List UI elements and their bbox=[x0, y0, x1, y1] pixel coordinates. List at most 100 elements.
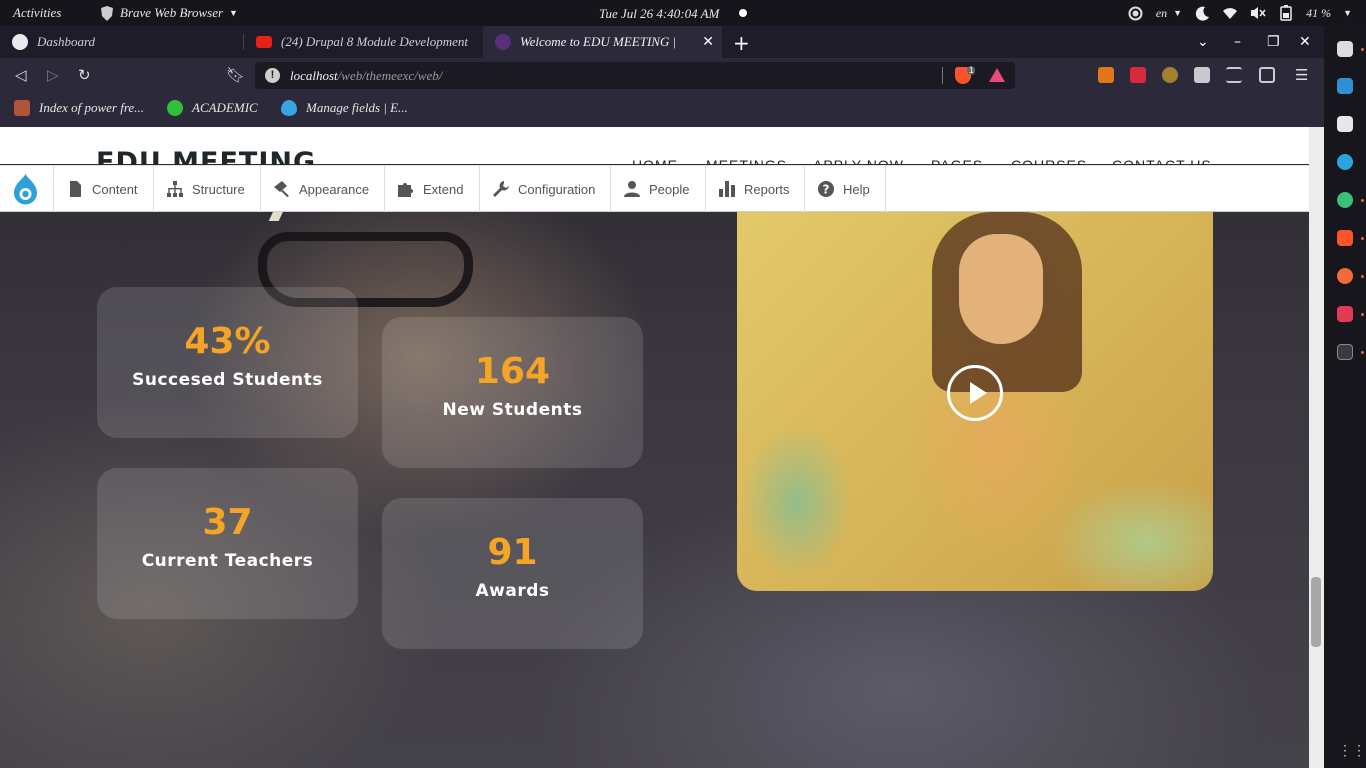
language-indicator[interactable]: en ▼ bbox=[1156, 6, 1182, 21]
brave-app-icon bbox=[101, 5, 113, 21]
toolbar-item-label: Structure bbox=[192, 181, 245, 197]
toolbar-item-reports[interactable]: Reports bbox=[705, 166, 804, 212]
playlist-icon[interactable] bbox=[1226, 67, 1242, 83]
toolbar-item-configuration[interactable]: Configuration bbox=[479, 166, 610, 212]
reader-app-icon[interactable] bbox=[1337, 116, 1353, 132]
svg-text:?: ? bbox=[823, 183, 830, 197]
running-indicator bbox=[1361, 275, 1364, 278]
stat-label: Succesed Students bbox=[132, 370, 323, 390]
bookmark-item[interactable]: Index of power fre... bbox=[14, 100, 144, 116]
stat-card-current-teachers: 37 Current Teachers bbox=[97, 468, 358, 619]
terminal-app-icon[interactable] bbox=[1337, 344, 1353, 360]
drupal-logo-icon[interactable] bbox=[10, 173, 41, 205]
page-scrollbar[interactable] bbox=[1309, 127, 1324, 768]
video-thumbnail[interactable] bbox=[737, 212, 1213, 591]
running-indicator bbox=[1361, 313, 1364, 316]
tab-edu-meeting[interactable]: Welcome to EDU MEETING | ✕ bbox=[483, 26, 722, 58]
chevron-down-icon: ▼ bbox=[229, 8, 238, 18]
extensions-puzzle-icon[interactable] bbox=[1194, 67, 1210, 83]
tab-youtube[interactable]: (24) Drupal 8 Module Development bbox=[244, 26, 482, 58]
play-button-icon[interactable] bbox=[947, 365, 1003, 421]
toolbar-item-label: Help bbox=[843, 181, 870, 197]
stat-label: Current Teachers bbox=[141, 551, 314, 571]
drupal-admin-toolbar: Content Structure Appearance Extend Conf… bbox=[0, 165, 1309, 212]
menu-icon[interactable]: ☰ bbox=[1295, 66, 1308, 84]
clock[interactable]: Tue Jul 26 4:40:04 AM bbox=[599, 6, 719, 22]
telegram-app-icon[interactable] bbox=[1337, 154, 1353, 170]
bookmark-item[interactable]: ACADEMIC bbox=[167, 100, 258, 116]
tab-title: Dashboard bbox=[37, 34, 96, 49]
bookmark-label: Index of power fre... bbox=[39, 100, 144, 115]
shields-count-badge: 1 bbox=[967, 66, 976, 75]
url-text[interactable]: localhost/web/themeexc/web/ bbox=[290, 68, 442, 84]
notification-dot bbox=[739, 9, 747, 17]
toolbar-item-label: Reports bbox=[744, 181, 790, 197]
file-icon bbox=[70, 181, 81, 197]
person-icon bbox=[624, 181, 640, 197]
minimize-button[interactable]: – bbox=[1234, 34, 1241, 50]
bookmark-favicon-icon bbox=[14, 100, 30, 116]
wallet-icon[interactable] bbox=[1259, 67, 1275, 83]
close-tab-icon[interactable]: ✕ bbox=[702, 34, 714, 51]
bookmark-favicon-icon bbox=[167, 100, 183, 116]
tab-title: Welcome to EDU MEETING | bbox=[520, 34, 677, 49]
toolbar-item-content[interactable]: Content bbox=[53, 166, 153, 212]
toolbar-item-label: Appearance bbox=[299, 181, 370, 197]
extension-red-icon[interactable] bbox=[1130, 67, 1146, 83]
timer-app-icon[interactable] bbox=[1337, 192, 1353, 208]
bookmark-item[interactable]: Manage fields | E... bbox=[281, 100, 408, 116]
tab-title: (24) Drupal 8 Module Development bbox=[281, 34, 469, 49]
bookmark-label: Manage fields | E... bbox=[306, 100, 408, 115]
files-app-icon[interactable] bbox=[1337, 41, 1353, 57]
page-viewport: EDU MEETING HOME MEETINGS APPLY NOW PAGE… bbox=[0, 127, 1309, 768]
bookmark-icon[interactable]: 🔖︎ bbox=[226, 66, 245, 84]
stat-card-awards: 91 Awards bbox=[382, 498, 643, 649]
postman-app-icon[interactable] bbox=[1337, 268, 1353, 284]
maximize-button[interactable]: ❐ bbox=[1267, 34, 1280, 50]
tab-strip: Dashboard (24) Drupal 8 Module Developme… bbox=[0, 26, 1324, 58]
app-menu-label: Brave Web Browser bbox=[120, 5, 224, 20]
brave-app-icon[interactable] bbox=[1337, 230, 1353, 246]
system-tray[interactable]: en ▼ 41 % ▼ bbox=[1128, 0, 1366, 26]
vscode-app-icon[interactable] bbox=[1337, 78, 1353, 94]
chevron-down-icon[interactable]: ▼ bbox=[1343, 8, 1352, 18]
stat-label: New Students bbox=[442, 400, 583, 420]
back-button[interactable]: ◁ bbox=[15, 66, 27, 84]
youtube-icon bbox=[256, 36, 272, 48]
metamask-extension-icon[interactable] bbox=[1098, 67, 1114, 83]
site-header: EDU MEETING HOME MEETINGS APPLY NOW PAGE… bbox=[0, 127, 1309, 178]
toolbar-item-appearance[interactable]: Appearance bbox=[260, 166, 384, 212]
address-bar[interactable]: ! localhost/web/themeexc/web/ 1 bbox=[255, 62, 1015, 89]
toolbar-item-structure[interactable]: Structure bbox=[153, 166, 260, 212]
toolbar-item-extend[interactable]: Extend bbox=[384, 166, 479, 212]
reload-button[interactable]: ↻ bbox=[78, 66, 91, 84]
tab-list-chevron-icon[interactable]: ⌄ bbox=[1197, 34, 1209, 50]
activities-button[interactable]: Activities bbox=[13, 5, 61, 21]
drupal-favicon-icon bbox=[12, 34, 28, 50]
stat-value: 43% bbox=[184, 321, 271, 362]
screen-record-icon[interactable] bbox=[1128, 5, 1144, 21]
separator bbox=[942, 67, 943, 84]
extension-coin-icon[interactable] bbox=[1162, 67, 1178, 83]
app-menu[interactable]: Brave Web Browser ▼ bbox=[100, 5, 238, 21]
brave-rewards-icon[interactable] bbox=[989, 68, 1005, 82]
close-window-button[interactable]: ✕ bbox=[1299, 34, 1311, 50]
chat-app-icon[interactable] bbox=[1337, 306, 1353, 322]
forward-button[interactable]: ▷ bbox=[47, 66, 59, 84]
stat-value: 91 bbox=[487, 532, 538, 573]
bar-chart-icon bbox=[719, 181, 735, 197]
site-info-icon[interactable]: ! bbox=[265, 68, 280, 83]
toolbar-item-label: Content bbox=[92, 181, 138, 197]
app-grid-icon[interactable]: ⋮⋮ bbox=[1338, 742, 1366, 759]
toolbar-item-people[interactable]: People bbox=[610, 166, 705, 212]
puzzle-icon bbox=[398, 183, 413, 197]
sitemap-icon bbox=[167, 181, 183, 197]
running-indicator bbox=[1361, 237, 1364, 240]
wrench-icon bbox=[493, 181, 509, 197]
bookmark-label: ACADEMIC bbox=[192, 100, 258, 115]
new-tab-button[interactable]: + bbox=[733, 31, 750, 55]
stat-value: 164 bbox=[474, 351, 551, 392]
toolbar-item-help[interactable]: ? Help bbox=[804, 166, 886, 212]
tab-dashboard[interactable]: Dashboard bbox=[0, 26, 242, 58]
page-scrollbar-thumb[interactable] bbox=[1311, 577, 1321, 647]
